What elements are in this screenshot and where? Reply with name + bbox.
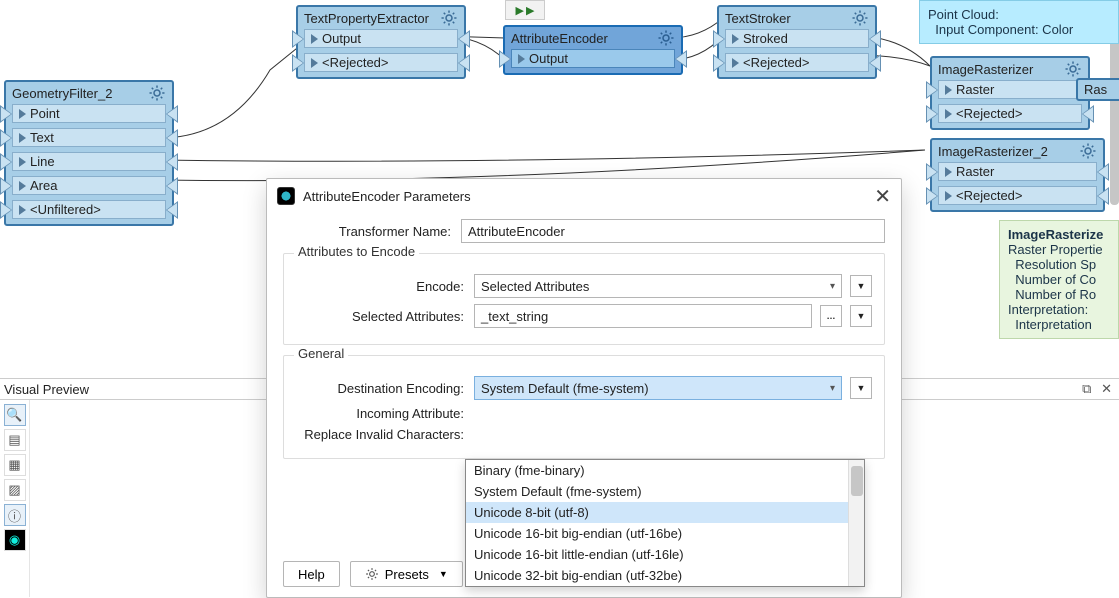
chevron-down-icon: ▾ <box>830 383 835 394</box>
port-point[interactable]: Point <box>12 104 166 123</box>
destination-encoding-combo[interactable]: System Default (fme-system)▾ <box>474 376 842 400</box>
selected-attributes-browse-button[interactable]: … <box>820 305 842 327</box>
chevron-down-icon: ▾ <box>830 281 835 292</box>
close-icon[interactable]: ✕ <box>874 184 891 209</box>
bookmark-pointcloud: Point Cloud: Input Component: Color <box>919 0 1119 44</box>
port-unfiltered[interactable]: <Unfiltered> <box>12 200 166 219</box>
transformer-name-input[interactable]: AttributeEncoder <box>461 219 885 243</box>
destination-encoding-dropdown[interactable]: Binary (fme-binary) System Default (fme-… <box>465 459 865 587</box>
node-title: ImageRasterizer <box>938 62 1033 77</box>
gear-icon <box>365 567 379 581</box>
port-stroked[interactable]: Stroked <box>725 29 869 48</box>
label-replace-invalid: Replace Invalid Characters: <box>296 427 474 442</box>
node-attributeencoder[interactable]: AttributeEncoder Output <box>503 25 683 75</box>
section-attributes-to-encode: Attributes to Encode Encode: Selected At… <box>283 253 885 345</box>
dd-item[interactable]: Unicode 16-bit little-endian (utf-16le) <box>466 544 864 565</box>
dropdown-scrollbar[interactable] <box>848 460 864 586</box>
inspect-button[interactable]: 🔍 <box>4 404 26 426</box>
port-rejected[interactable]: <Rejected> <box>725 53 869 72</box>
gear-icon[interactable] <box>657 29 675 47</box>
node-imagerasterizer[interactable]: ImageRasterizer Raster <Rejected> <box>930 56 1090 130</box>
dd-item[interactable]: Unicode 16-bit big-endian (utf-16be) <box>466 523 864 544</box>
node-textpropertyextractor[interactable]: TextPropertyExtractor Output <Rejected> <box>296 5 466 79</box>
gear-icon[interactable] <box>1079 142 1097 160</box>
presets-button[interactable]: Presets ▼ <box>350 561 463 587</box>
panel-title: Visual Preview <box>4 382 89 397</box>
port-area[interactable]: Area <box>12 176 166 195</box>
node-imagerasterizer2[interactable]: ImageRasterizer_2 Raster <Rejected> <box>930 138 1105 212</box>
destination-encoding-menu-button[interactable]: ▼ <box>850 377 872 399</box>
node-title: Ras <box>1084 82 1107 97</box>
port-rejected[interactable]: <Rejected> <box>938 104 1082 123</box>
encode-combo[interactable]: Selected Attributes▾ <box>474 274 842 298</box>
node-title: TextStroker <box>725 11 791 26</box>
label-encode: Encode: <box>296 279 474 294</box>
node-title: GeometryFilter_2 <box>12 86 112 101</box>
node-title: ImageRasterizer_2 <box>938 144 1048 159</box>
dd-item[interactable]: System Default (fme-system) <box>466 481 864 502</box>
port-text[interactable]: Text <box>12 128 166 147</box>
close-panel-icon[interactable]: ✕ <box>1098 381 1115 396</box>
panel-dock-controls: ⧉ ✕ <box>1079 381 1115 397</box>
port-raster[interactable]: Raster <box>938 80 1082 99</box>
visual-preview-toolbar: 🔍 ▤ ▦ ▨ ⓘ ◉ <box>0 400 30 597</box>
label-incoming-attribute: Incoming Attribute: <box>296 406 474 421</box>
grid-view-button[interactable]: ▦ <box>4 454 26 476</box>
port-rejected[interactable]: <Rejected> <box>938 186 1097 205</box>
canvas-mini-toolbar[interactable]: ▶▶ <box>505 0 545 20</box>
port-raster[interactable]: Raster <box>938 162 1097 181</box>
display-control-button[interactable]: ◉ <box>4 529 26 551</box>
dd-item[interactable]: Unicode 8-bit (utf-8) <box>466 502 864 523</box>
label-destination-encoding: Destination Encoding: <box>296 381 474 396</box>
gear-icon[interactable] <box>148 84 166 102</box>
label-selected-attributes: Selected Attributes: <box>296 309 474 324</box>
table-view-button[interactable]: ▤ <box>4 429 26 451</box>
gear-icon[interactable] <box>1064 60 1082 78</box>
port-output[interactable]: Output <box>304 29 458 48</box>
chevron-down-icon: ▼ <box>439 569 448 579</box>
node-title: TextPropertyExtractor <box>304 11 429 26</box>
port-rejected[interactable]: <Rejected> <box>304 53 458 72</box>
dialog-titlebar[interactable]: AttributeEncoder Parameters ✕ <box>267 179 901 213</box>
gear-icon[interactable] <box>851 9 869 27</box>
node-title: AttributeEncoder <box>511 31 608 46</box>
port-line[interactable]: Line <box>12 152 166 171</box>
node-ras[interactable]: Ras <box>1076 78 1119 101</box>
canvas-scrollbar-thumb[interactable] <box>1110 35 1119 205</box>
encode-menu-button[interactable]: ▼ <box>850 275 872 297</box>
label-transformer-name: Transformer Name: <box>283 224 461 239</box>
gear-icon[interactable] <box>440 9 458 27</box>
help-button[interactable]: Help <box>283 561 340 587</box>
transformer-icon <box>277 187 295 205</box>
info-button[interactable]: ⓘ <box>4 504 26 526</box>
node-geometryfilter[interactable]: GeometryFilter_2 Point Text Line Area <U… <box>4 80 174 226</box>
dd-item[interactable]: Unicode 32-bit big-endian (utf-32be) <box>466 565 864 586</box>
dd-item[interactable]: Binary (fme-binary) <box>466 460 864 481</box>
graphics-view-button[interactable]: ▨ <box>4 479 26 501</box>
selected-attributes-field[interactable]: _text_string <box>474 304 812 328</box>
dialog-title: AttributeEncoder Parameters <box>303 189 471 204</box>
undock-icon[interactable]: ⧉ <box>1079 381 1094 396</box>
bookmark-imagerasterize: ImageRasterize Raster Propertie Resoluti… <box>999 220 1119 339</box>
selected-attributes-menu-button[interactable]: ▼ <box>850 305 872 327</box>
node-textstroker[interactable]: TextStroker Stroked <Rejected> <box>717 5 877 79</box>
port-output[interactable]: Output <box>511 49 675 68</box>
section-general: General Destination Encoding: System Def… <box>283 355 885 459</box>
